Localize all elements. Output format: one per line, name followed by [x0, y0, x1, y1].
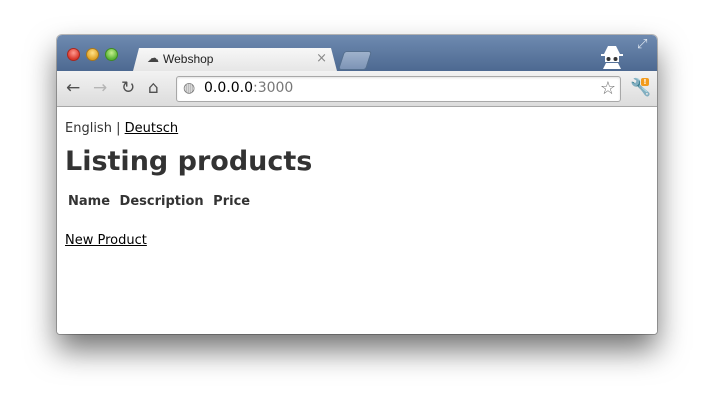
- new-product-link[interactable]: New Product: [65, 233, 147, 248]
- browser-toolbar: ← → ↻ ⌂ ◍ 0.0.0.0:3000 ☆ 🔧 !: [57, 71, 657, 107]
- title-bar: ☁ Webshop × ⤢: [57, 35, 657, 71]
- new-tab-button[interactable]: [337, 51, 373, 70]
- update-badge: !: [641, 78, 649, 86]
- page-title: Listing products: [65, 146, 313, 177]
- tab-title: Webshop: [163, 52, 214, 66]
- url-host: 0.0.0.0: [204, 80, 253, 96]
- tab-favicon-icon: ☁: [147, 51, 159, 65]
- minimize-window-button[interactable]: [86, 48, 99, 61]
- tab-close-icon[interactable]: ×: [316, 51, 327, 66]
- column-header-name: Name: [68, 194, 111, 209]
- address-bar[interactable]: ◍ 0.0.0.0:3000 ☆: [176, 76, 621, 102]
- zoom-window-button[interactable]: [105, 48, 118, 61]
- back-button[interactable]: ←: [66, 78, 80, 98]
- tab-webshop[interactable]: ☁ Webshop ×: [133, 48, 337, 71]
- column-header-price: Price: [213, 194, 251, 209]
- globe-icon: ◍: [183, 80, 196, 96]
- reload-button[interactable]: ↻: [121, 78, 135, 98]
- locale-separator: |: [116, 121, 121, 136]
- products-table-header: Name Description Price: [68, 194, 255, 209]
- fullscreen-icon[interactable]: ⤢: [637, 37, 647, 52]
- home-button[interactable]: ⌂: [148, 78, 159, 98]
- url-text[interactable]: 0.0.0.0:3000: [204, 80, 293, 96]
- close-window-button[interactable]: [67, 48, 80, 61]
- locale-deutsch-link[interactable]: Deutsch: [125, 121, 179, 136]
- locale-switcher: English | Deutsch: [65, 121, 178, 136]
- bookmark-star-icon[interactable]: ☆: [600, 78, 616, 99]
- forward-button[interactable]: →: [93, 78, 107, 98]
- column-header-description: Description: [119, 194, 204, 209]
- page-content: English | Deutsch Listing products Name …: [57, 107, 657, 334]
- incognito-icon: [601, 46, 623, 69]
- url-port: :3000: [252, 80, 294, 96]
- browser-window: ☁ Webshop × ⤢ ← → ↻ ⌂ ◍ 0.0.0.0:3000 ☆ 🔧…: [57, 35, 657, 334]
- locale-english: English: [65, 121, 112, 136]
